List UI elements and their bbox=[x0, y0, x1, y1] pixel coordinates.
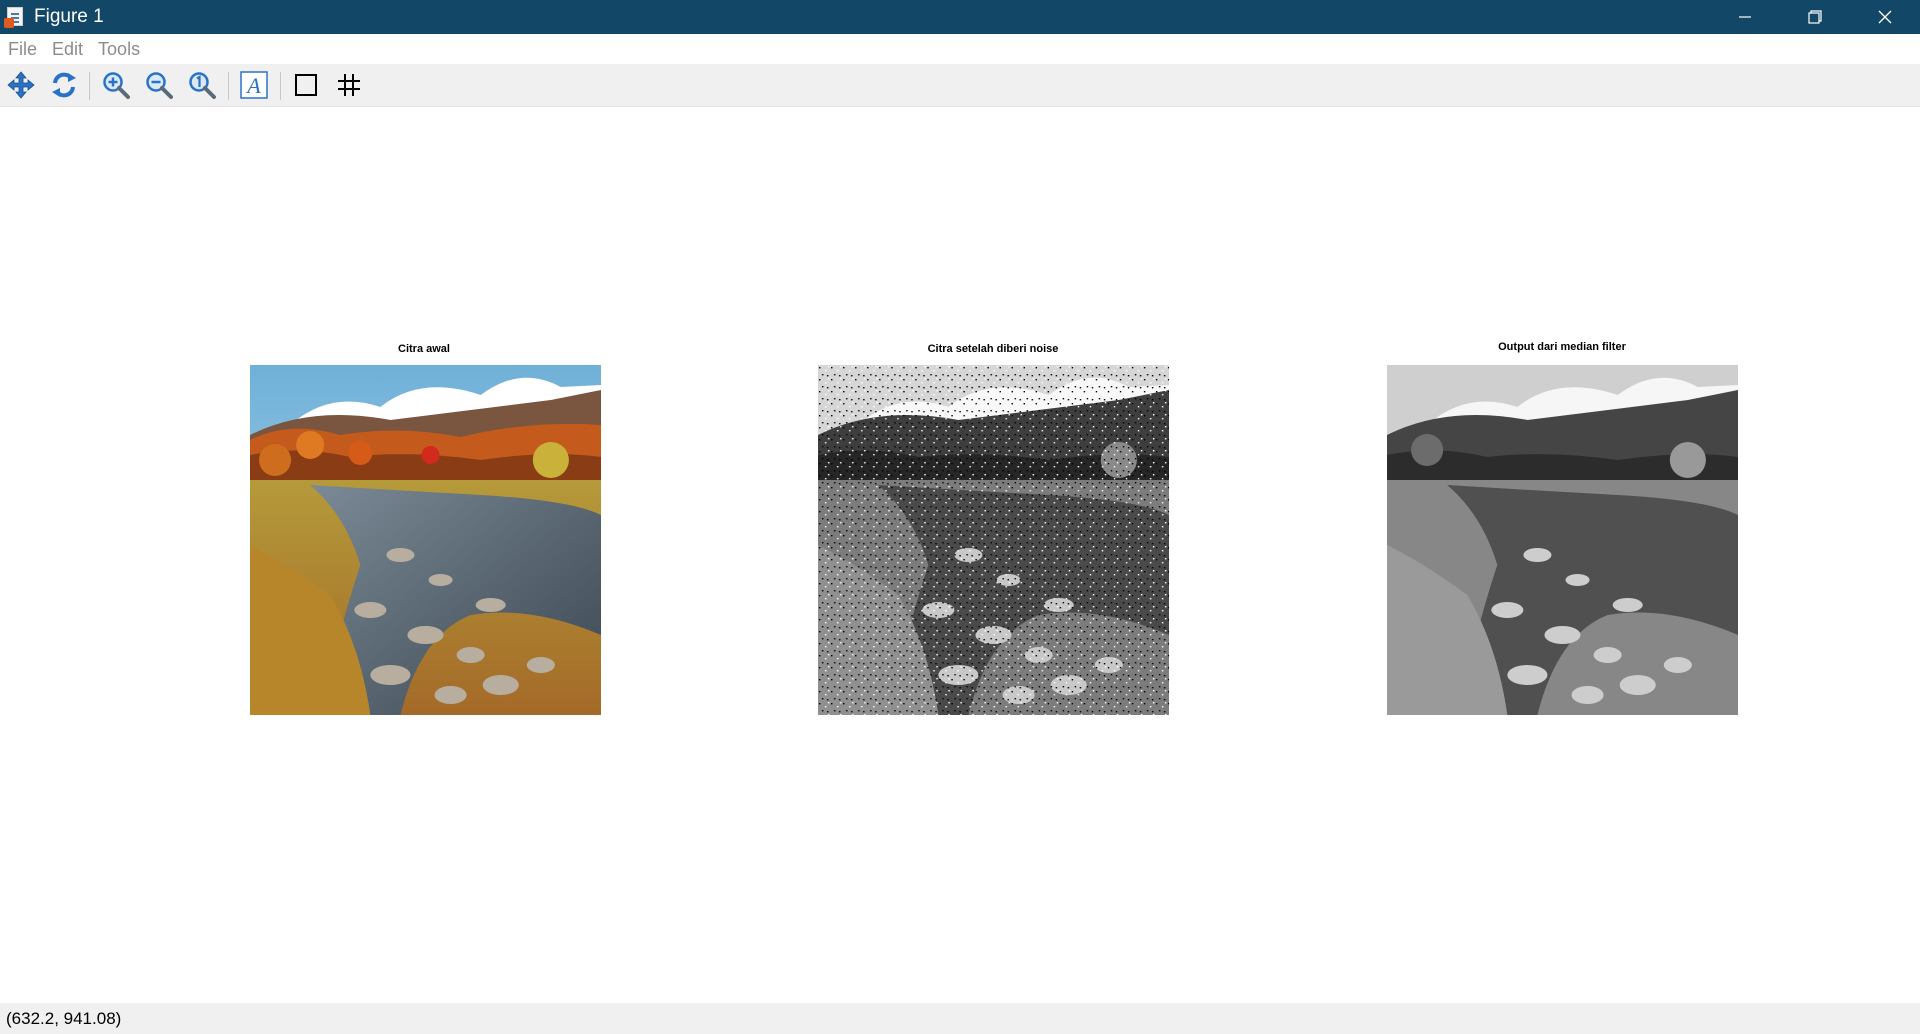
pan-icon bbox=[7, 71, 35, 99]
minimize-icon bbox=[1739, 16, 1751, 18]
cursor-coordinates: (632.2, 941.08) bbox=[6, 1008, 122, 1028]
subplot-3-title: Output dari median filter bbox=[1498, 341, 1626, 353]
minimize-button[interactable] bbox=[1710, 0, 1780, 34]
subplot-1-title: Citra awal bbox=[398, 343, 450, 355]
axes-box-button[interactable] bbox=[288, 68, 324, 102]
menu-tools[interactable]: Tools bbox=[98, 39, 140, 60]
zoom-in-icon bbox=[103, 72, 130, 99]
figure-canvas[interactable]: Citra awal Citra setelah diberi noise Ou… bbox=[0, 108, 1920, 1003]
close-button[interactable] bbox=[1850, 0, 1920, 34]
pan-button[interactable] bbox=[3, 68, 39, 102]
reset-view-button[interactable] bbox=[46, 68, 82, 102]
zoom-out-icon bbox=[146, 72, 173, 99]
restore-icon bbox=[1808, 10, 1822, 24]
text-annotation-button[interactable]: A bbox=[236, 68, 272, 102]
grid-icon bbox=[338, 74, 360, 96]
zoom-reset-button[interactable] bbox=[184, 68, 220, 102]
matlab-figure-icon bbox=[4, 6, 26, 28]
menu-bar: File Edit Tools bbox=[0, 34, 1920, 64]
reset-view-icon bbox=[52, 72, 76, 98]
grid-button[interactable] bbox=[331, 68, 367, 102]
figure-toolbar: A bbox=[0, 64, 1920, 107]
axes-box-icon bbox=[295, 74, 317, 96]
subplot-3-image[interactable] bbox=[1387, 365, 1738, 715]
window-titlebar[interactable]: Figure 1 bbox=[0, 0, 1920, 34]
text-annotation-icon: A bbox=[240, 71, 268, 99]
zoom-out-button[interactable] bbox=[141, 68, 177, 102]
subplot-2-image[interactable] bbox=[818, 365, 1169, 715]
zoom-in-button[interactable] bbox=[98, 68, 134, 102]
close-icon bbox=[1878, 10, 1892, 24]
subplot-1-image[interactable] bbox=[250, 365, 601, 715]
svg-text:A: A bbox=[245, 73, 261, 98]
status-bar: (632.2, 941.08) bbox=[0, 1003, 1920, 1034]
subplot-2-title: Citra setelah diberi noise bbox=[927, 343, 1059, 355]
restore-button[interactable] bbox=[1780, 0, 1850, 34]
zoom-reset-icon bbox=[189, 72, 216, 99]
window-title: Figure 1 bbox=[34, 6, 104, 27]
menu-edit[interactable]: Edit bbox=[52, 39, 83, 60]
menu-file[interactable]: File bbox=[8, 39, 37, 60]
